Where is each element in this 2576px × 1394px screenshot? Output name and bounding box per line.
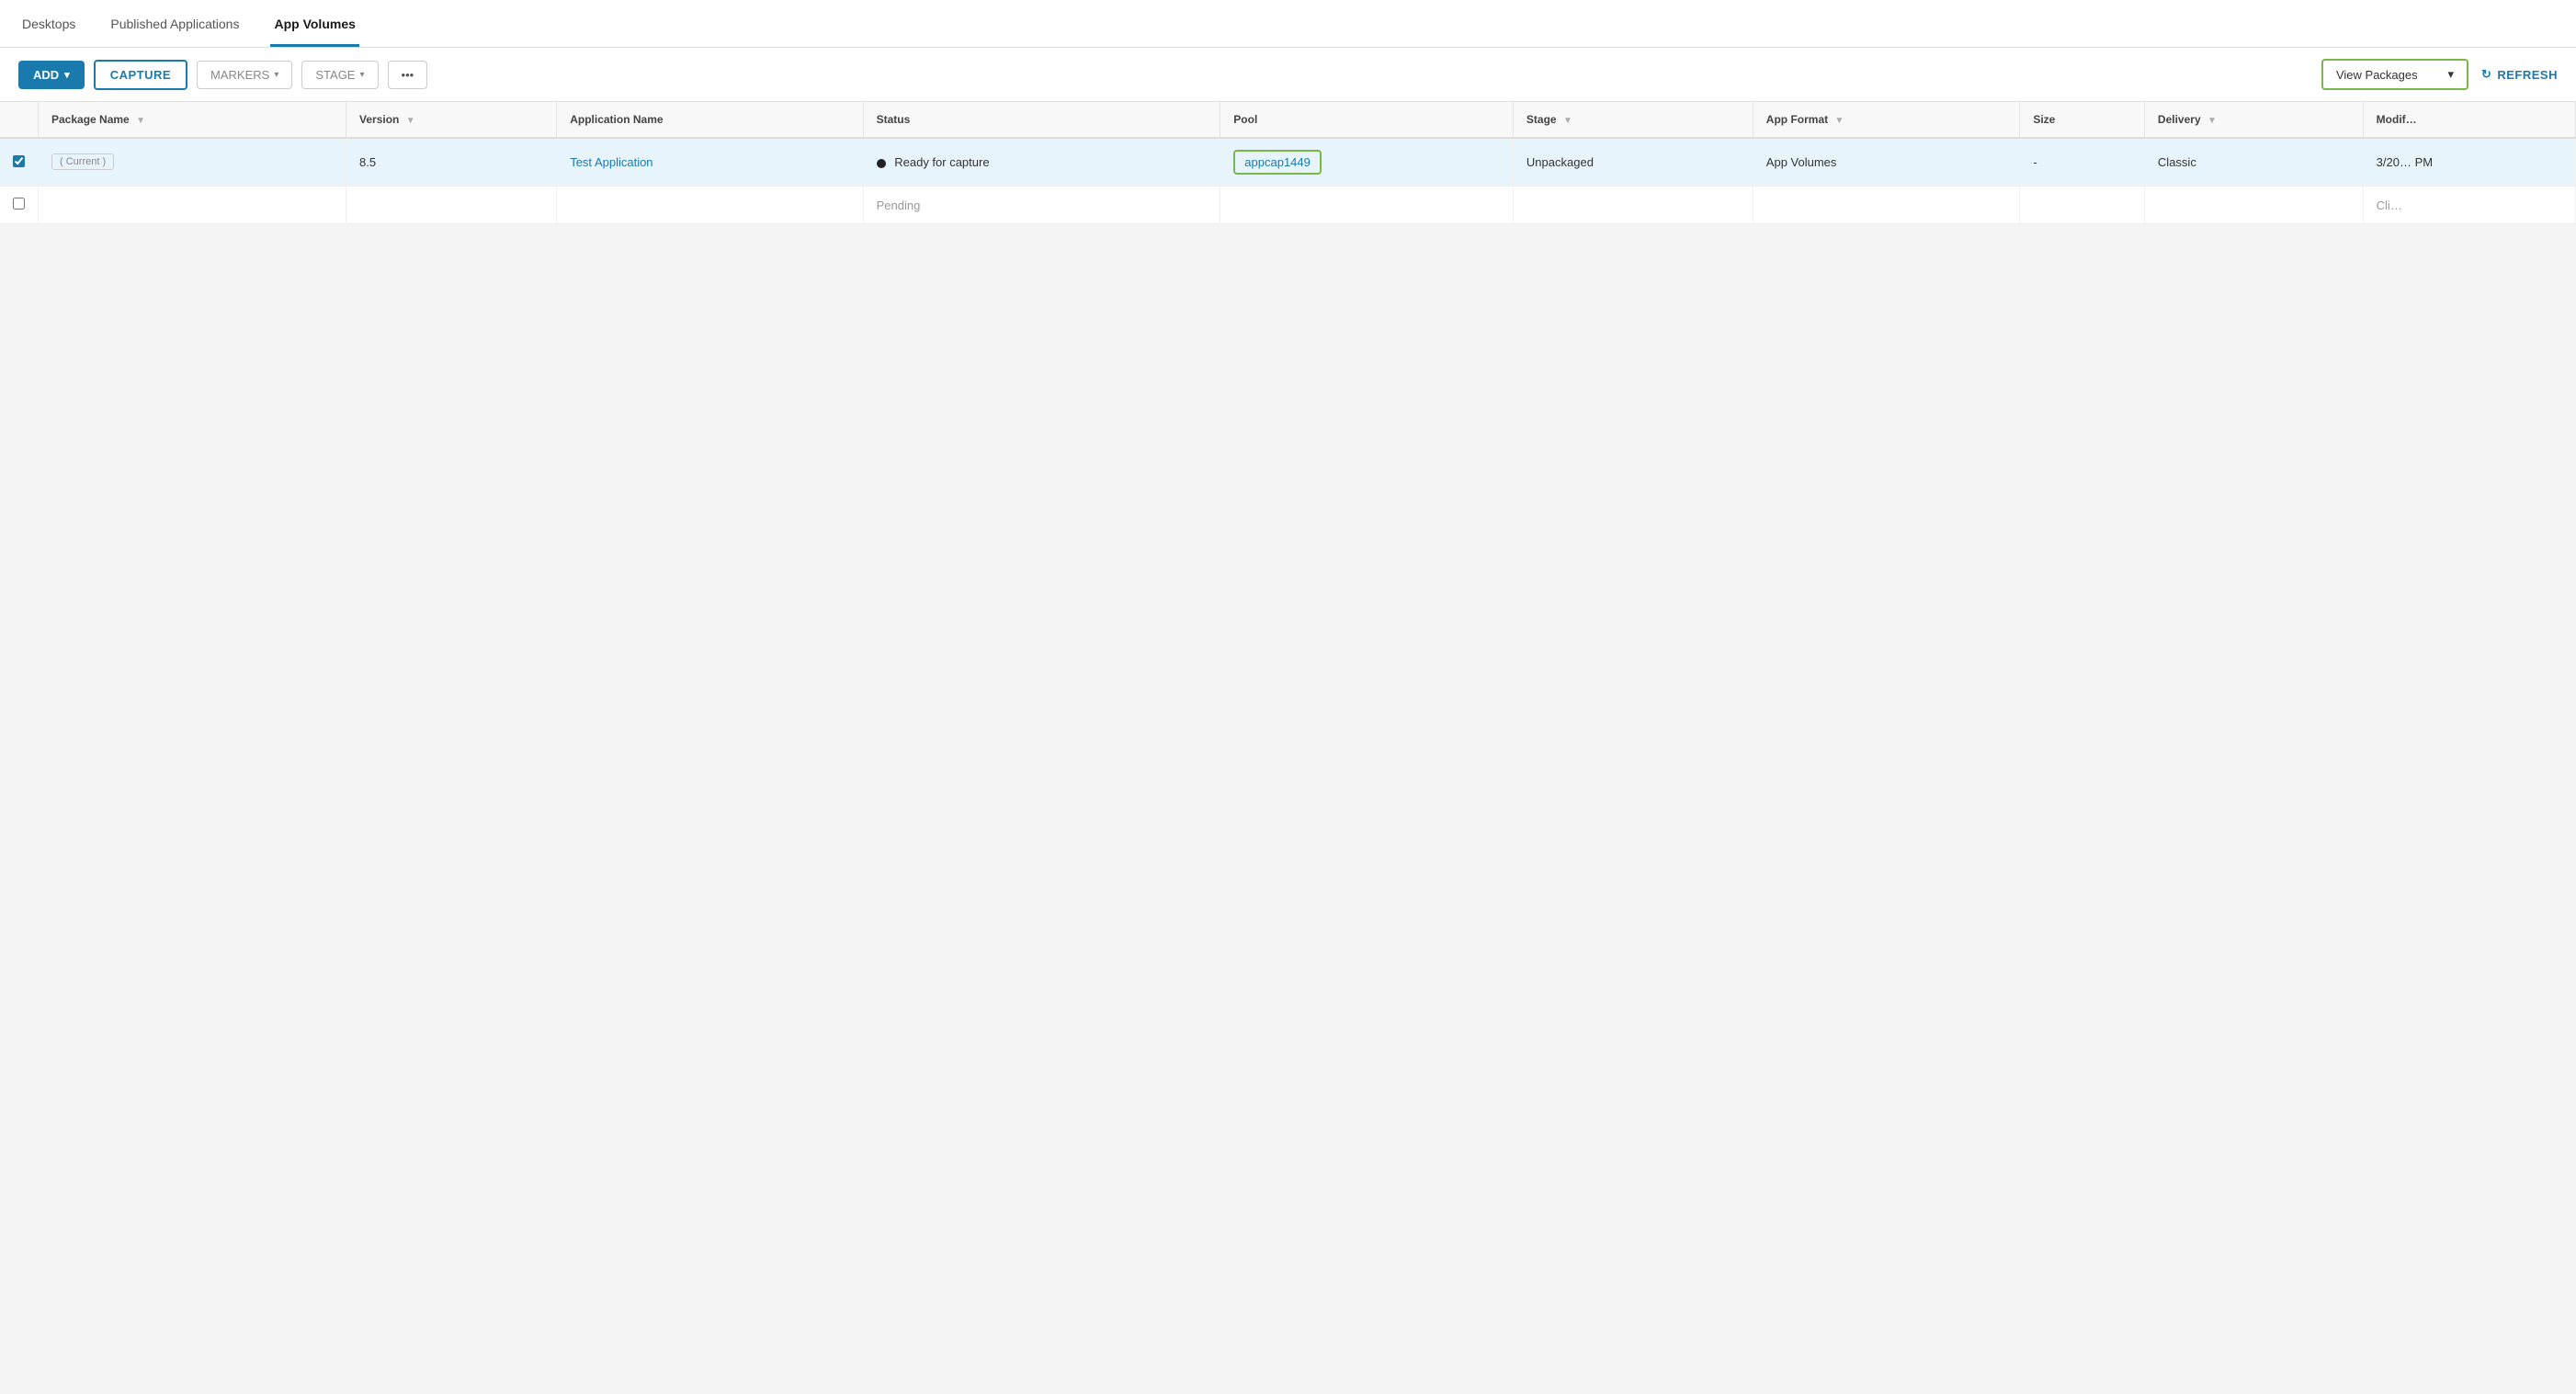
modified-cell: 3/20… PM <box>2363 138 2575 187</box>
stage-cell <box>1513 187 1753 224</box>
status-label: Ready for capture <box>894 155 989 169</box>
package-name-cell <box>39 187 346 224</box>
delivery-cell <box>2144 187 2363 224</box>
stage-button[interactable]: STAGE <box>301 61 378 89</box>
col-pool-header[interactable]: Pool <box>1220 102 1514 138</box>
package-name-cell: ( Current ) <box>39 138 346 187</box>
application-name-cell <box>557 187 863 224</box>
size-cell <box>2020 187 2145 224</box>
pool-cell[interactable]: appcap1449 <box>1220 138 1514 187</box>
refresh-icon: ↻ <box>2481 67 2491 82</box>
filter-icon: ▼ <box>2207 116 2217 126</box>
table-row[interactable]: Pending Cli… <box>0 187 2576 224</box>
col-version-header[interactable]: Version ▼ <box>346 102 557 138</box>
col-size-header[interactable]: Size <box>2020 102 2145 138</box>
filter-icon: ▼ <box>136 116 145 126</box>
chevron-down-icon: ▾ <box>2447 67 2454 82</box>
toolbar: ADD CAPTURE MARKERS STAGE ••• View Packa… <box>0 48 2576 102</box>
filter-icon: ▼ <box>1563 116 1572 126</box>
table-row[interactable]: ( Current ) 8.5 Test Application Ready f… <box>0 138 2576 187</box>
col-package-name-header[interactable]: Package Name ▼ <box>39 102 346 138</box>
app-format-cell: App Volumes <box>1753 138 2020 187</box>
markers-button[interactable]: MARKERS <box>197 61 292 89</box>
application-name-cell[interactable]: Test Application <box>557 138 863 187</box>
refresh-label: REFRESH <box>2497 68 2558 82</box>
top-nav: Desktops Published Applications App Volu… <box>0 0 2576 48</box>
col-status-header[interactable]: Status <box>863 102 1220 138</box>
add-button[interactable]: ADD <box>18 61 85 89</box>
application-name-link[interactable]: Test Application <box>570 155 653 169</box>
status-dot-icon <box>877 159 886 168</box>
status-cell: Ready for capture <box>863 138 1220 187</box>
col-delivery-header[interactable]: Delivery ▼ <box>2144 102 2363 138</box>
view-packages-button[interactable]: View Packages ▾ <box>2321 59 2468 90</box>
capture-button[interactable]: CAPTURE <box>94 60 187 90</box>
refresh-button[interactable]: ↻ REFRESH <box>2481 67 2558 82</box>
table-header-row: Package Name ▼ Version ▼ Application Nam… <box>0 102 2576 138</box>
col-application-name-header[interactable]: Application Name <box>557 102 863 138</box>
stage-cell: Unpackaged <box>1513 138 1753 187</box>
tab-app-volumes[interactable]: App Volumes <box>270 4 358 47</box>
tab-published-applications[interactable]: Published Applications <box>107 4 243 47</box>
version-cell <box>346 187 557 224</box>
filter-icon: ▼ <box>1834 116 1844 126</box>
app-format-cell <box>1753 187 2020 224</box>
view-packages-label: View Packages <box>2336 68 2418 82</box>
col-app-format-header[interactable]: App Format ▼ <box>1753 102 2020 138</box>
packages-table: Package Name ▼ Version ▼ Application Nam… <box>0 102 2576 224</box>
tab-desktops[interactable]: Desktops <box>18 4 79 47</box>
modified-cell: Cli… <box>2363 187 2575 224</box>
col-checkbox-header <box>0 102 39 138</box>
pool-link[interactable]: appcap1449 <box>1233 150 1322 175</box>
version-cell: 8.5 <box>346 138 557 187</box>
delivery-cell: Classic <box>2144 138 2363 187</box>
pool-cell <box>1220 187 1514 224</box>
row-checkbox[interactable] <box>0 138 39 187</box>
status-cell: Pending <box>863 187 1220 224</box>
filter-icon: ▼ <box>406 116 415 126</box>
col-modified-header[interactable]: Modif… <box>2363 102 2575 138</box>
size-cell: - <box>2020 138 2145 187</box>
more-button[interactable]: ••• <box>388 61 428 89</box>
col-stage-header[interactable]: Stage ▼ <box>1513 102 1753 138</box>
row-checkbox[interactable] <box>0 187 39 224</box>
current-tag: ( Current ) <box>51 153 114 170</box>
